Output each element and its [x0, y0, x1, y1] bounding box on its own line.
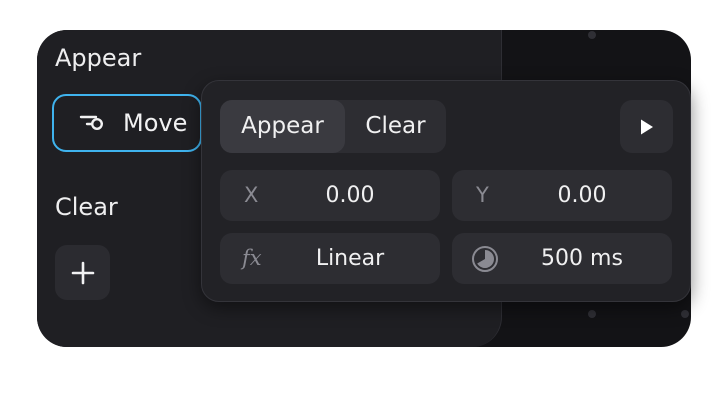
- y-offset-field[interactable]: Y 0.00: [452, 170, 672, 221]
- preview-play-button[interactable]: [620, 100, 673, 153]
- add-clear-animation-button[interactable]: [55, 245, 110, 300]
- canvas-dot: [588, 310, 596, 318]
- function-icon: fx: [242, 246, 262, 270]
- x-value: 0.00: [325, 183, 375, 208]
- move-icon: [79, 115, 104, 131]
- move-animation-button[interactable]: Move: [52, 94, 202, 152]
- x-label: X: [244, 183, 259, 207]
- tab-appear[interactable]: Appear: [220, 100, 345, 153]
- duration-value: 500 ms: [541, 246, 623, 271]
- duration-field[interactable]: 500 ms: [452, 233, 672, 284]
- animation-settings-popover: Appear Clear X 0.00 Y 0.00 fx Linear 500…: [201, 80, 691, 302]
- tab-clear[interactable]: Clear: [345, 100, 446, 153]
- move-label: Move: [123, 109, 188, 137]
- x-offset-field[interactable]: X 0.00: [220, 170, 440, 221]
- y-value: 0.00: [557, 183, 607, 208]
- play-icon: [640, 119, 653, 134]
- clear-heading: Clear: [55, 193, 118, 221]
- y-label: Y: [476, 183, 489, 207]
- easing-field[interactable]: fx Linear: [220, 233, 440, 284]
- phase-segmented-control: Appear Clear: [220, 100, 446, 153]
- easing-value: Linear: [315, 246, 385, 271]
- appear-heading: Appear: [55, 44, 142, 72]
- canvas-dot: [588, 31, 596, 39]
- canvas-dot: [681, 310, 689, 318]
- clock-icon: [472, 246, 498, 272]
- add-icon: [71, 261, 94, 284]
